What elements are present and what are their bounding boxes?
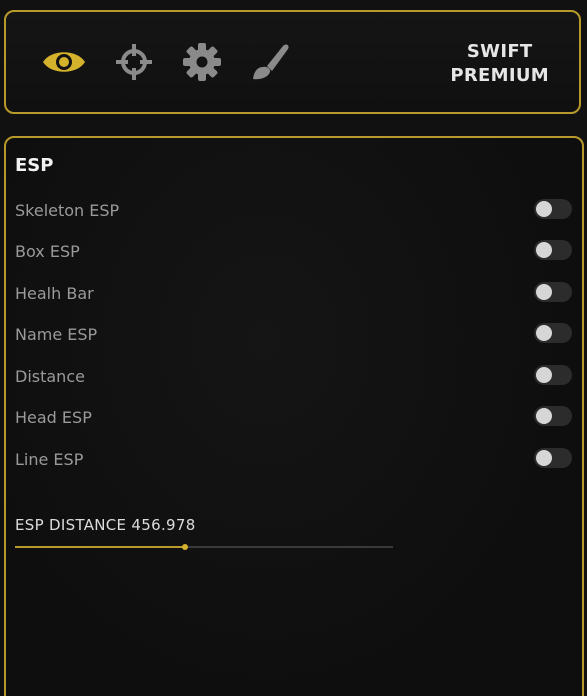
- aimbot-tab[interactable]: [108, 38, 160, 86]
- skeleton-esp-toggle[interactable]: [534, 199, 572, 219]
- misc-tab[interactable]: [244, 38, 296, 86]
- toggle-knob: [536, 201, 552, 217]
- option-row-health-bar: Healh Bar: [15, 281, 575, 307]
- box-esp-toggle[interactable]: [534, 240, 572, 260]
- crosshair-icon: [116, 44, 152, 80]
- esp-panel: ESP Skeleton ESP Box ESP Healh Bar Name …: [4, 136, 584, 696]
- slider-thumb[interactable]: [182, 544, 189, 550]
- line-esp-toggle[interactable]: [534, 448, 572, 468]
- esp-distance-label: ESP DISTANCE 456.978: [15, 516, 196, 534]
- toggle-knob: [536, 242, 552, 258]
- option-label: Name ESP: [15, 325, 98, 344]
- head-esp-toggle[interactable]: [534, 406, 572, 426]
- option-label: Healh Bar: [15, 284, 94, 303]
- brand-line-1: SWIFT: [466, 41, 533, 62]
- distance-toggle[interactable]: [534, 365, 572, 385]
- option-row-head-esp: Head ESP: [15, 405, 575, 431]
- brand-title: SWIFT PREMIUM: [450, 40, 549, 88]
- option-row-name-esp: Name ESP: [15, 322, 575, 348]
- brand-line-2: PREMIUM: [450, 65, 549, 86]
- option-label: Distance: [15, 367, 85, 386]
- gear-icon: [183, 43, 221, 81]
- toggle-knob: [536, 367, 552, 383]
- eye-icon: [43, 52, 85, 72]
- toggle-knob: [536, 325, 552, 341]
- settings-tab[interactable]: [176, 38, 228, 86]
- toggle-knob: [536, 408, 552, 424]
- option-label: Skeleton ESP: [15, 201, 120, 220]
- health-bar-toggle[interactable]: [534, 282, 572, 302]
- top-bar: SWIFT PREMIUM: [4, 10, 581, 114]
- visuals-tab[interactable]: [38, 38, 90, 86]
- option-row-box-esp: Box ESP: [15, 239, 575, 265]
- option-row-line-esp: Line ESP: [15, 447, 575, 473]
- option-label: Line ESP: [15, 450, 84, 469]
- option-label: Box ESP: [15, 242, 80, 261]
- option-row-distance: Distance: [15, 364, 575, 390]
- toggle-knob: [536, 450, 552, 466]
- brush-icon: [253, 44, 289, 80]
- toggle-knob: [536, 284, 552, 300]
- section-title: ESP: [15, 155, 54, 176]
- slider-fill: [15, 546, 186, 548]
- option-row-skeleton-esp: Skeleton ESP: [15, 198, 575, 224]
- esp-distance-slider[interactable]: [15, 544, 393, 550]
- option-label: Head ESP: [15, 408, 92, 427]
- name-esp-toggle[interactable]: [534, 323, 572, 343]
